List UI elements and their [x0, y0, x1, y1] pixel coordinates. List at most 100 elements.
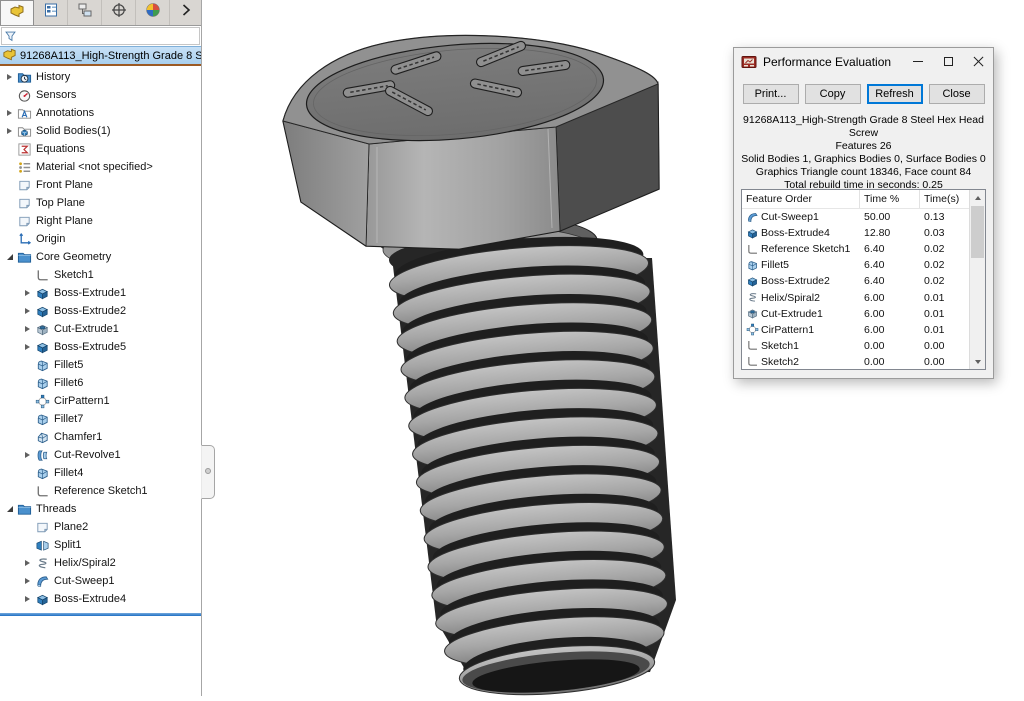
expand-collapsed-arrow[interactable] [20, 596, 35, 602]
time-pct-cell: 12.80 [860, 227, 920, 239]
tree-item-boss-extrude5[interactable]: Boss-Extrude5 [0, 338, 201, 356]
tree-item-top-plane[interactable]: Top Plane [0, 194, 201, 212]
tree-item-cut-extrude1[interactable]: Cut-Extrude1 [0, 320, 201, 338]
table-row-reference-sketch1[interactable]: Reference Sketch16.400.02 [742, 241, 969, 257]
tree-item-sensors[interactable]: Sensors [0, 86, 201, 104]
boss-extrude-icon [746, 275, 759, 288]
dialog-titlebar[interactable]: Performance Evaluation [734, 48, 993, 75]
tree-item-sketch1[interactable]: Sketch1 [0, 266, 201, 284]
tree-item-chamfer1[interactable]: Chamfer1 [0, 428, 201, 446]
scroll-down-arrow[interactable] [970, 354, 985, 369]
tree-item-fillet6[interactable]: Fillet6 [0, 374, 201, 392]
tree-item-cut-revolve1[interactable]: Cut-Revolve1 [0, 446, 201, 464]
tree-item-threads[interactable]: Threads [0, 500, 201, 518]
tree-item-boss-extrude4[interactable]: Boss-Extrude4 [0, 590, 201, 608]
table-row-cut-extrude1[interactable]: Cut-Extrude16.000.01 [742, 306, 969, 322]
expand-collapsed-arrow[interactable] [2, 74, 17, 80]
feature-name: Cut-Sweep1 [761, 211, 819, 223]
tree-item-boss-extrude1[interactable]: Boss-Extrude1 [0, 284, 201, 302]
tree-item-equations[interactable]: Equations [0, 140, 201, 158]
tree-item-label: Front Plane [36, 179, 93, 191]
table-row-fillet5[interactable]: Fillet56.400.02 [742, 257, 969, 273]
tree-item-annotations[interactable]: Annotations [0, 104, 201, 122]
tree-item-origin[interactable]: Origin [0, 230, 201, 248]
expand-tabs-chevron[interactable] [171, 0, 201, 25]
tree-root-part-row[interactable]: 91268A113_High-Strength Grade 8 Steel He… [0, 46, 201, 66]
scroll-thumb[interactable] [971, 206, 984, 258]
expand-collapsed-arrow[interactable] [20, 326, 35, 332]
feature-cell: Reference Sketch1 [742, 243, 860, 256]
tree-item-fillet7[interactable]: Fillet7 [0, 410, 201, 428]
tree-item-front-plane[interactable]: Front Plane [0, 176, 201, 194]
tree-item-solid-bodies-1-[interactable]: Solid Bodies(1) [0, 122, 201, 140]
expand-collapsed-arrow[interactable] [2, 128, 17, 134]
copy-button[interactable]: Copy [805, 84, 861, 104]
time-pct-cell: 6.00 [860, 324, 920, 336]
dimxpert-manager-tab[interactable] [102, 0, 136, 25]
tree-item-helix-spiral2[interactable]: Helix/Spiral2 [0, 554, 201, 572]
rollback-bar[interactable] [0, 613, 201, 616]
table-row-cirpattern1[interactable]: CirPattern16.000.01 [742, 322, 969, 338]
display-manager-tab[interactable] [136, 0, 170, 25]
table-row-sketch1[interactable]: Sketch10.000.00 [742, 338, 969, 354]
time-pct-cell: 6.00 [860, 308, 920, 320]
scroll-up-arrow[interactable] [970, 190, 985, 205]
expand-collapsed-arrow[interactable] [20, 452, 35, 458]
table-row-boss-extrude2[interactable]: Boss-Extrude26.400.02 [742, 273, 969, 289]
table-row-helix-spiral2[interactable]: Helix/Spiral26.000.01 [742, 289, 969, 305]
tree-item-history[interactable]: History [0, 68, 201, 86]
rebuild-summary: 91268A113_High-Strength Grade 8 Steel He… [734, 114, 993, 192]
tree-item-plane2[interactable]: Plane2 [0, 518, 201, 536]
tree-item-cut-sweep1[interactable]: Cut-Sweep1 [0, 572, 201, 590]
feature-cell: Fillet5 [742, 259, 860, 272]
feature-tree-filter[interactable] [1, 27, 200, 45]
column-header-feature-order[interactable]: Feature Order [742, 190, 860, 208]
maximize-button[interactable] [933, 48, 963, 75]
tree-item-core-geometry[interactable]: Core Geometry [0, 248, 201, 266]
tree-item-material-not-specified-[interactable]: Material <not specified> [0, 158, 201, 176]
table-row-sketch2[interactable]: Sketch20.000.00 [742, 354, 969, 370]
properties-icon [43, 2, 59, 23]
minimize-button[interactable] [903, 48, 933, 75]
tree-item-split1[interactable]: Split1 [0, 536, 201, 554]
table-scrollbar[interactable] [969, 190, 985, 369]
fillet-icon [35, 376, 50, 391]
expand-collapsed-arrow[interactable] [20, 578, 35, 584]
boss-extrude-icon [746, 227, 759, 240]
refresh-button[interactable]: Refresh [867, 84, 923, 104]
tree-item-reference-sketch1[interactable]: Reference Sketch1 [0, 482, 201, 500]
expand-collapsed-arrow[interactable] [20, 290, 35, 296]
close-button[interactable]: Close [929, 84, 985, 104]
time-s-cell: 0.00 [920, 356, 968, 368]
tree-item-boss-extrude2[interactable]: Boss-Extrude2 [0, 302, 201, 320]
feature-tree: HistorySensorsAnnotationsSolid Bodies(1)… [0, 68, 201, 608]
property-manager-tab[interactable] [34, 0, 68, 25]
configuration-manager-tab[interactable] [68, 0, 102, 25]
tree-item-label: Split1 [54, 539, 82, 551]
table-body: Cut-Sweep150.000.13Boss-Extrude412.800.0… [742, 209, 969, 370]
expand-collapsed-arrow[interactable] [2, 110, 17, 116]
expand-collapsed-arrow[interactable] [20, 344, 35, 350]
tree-item-fillet5[interactable]: Fillet5 [0, 356, 201, 374]
tree-item-label: Fillet6 [54, 377, 83, 389]
column-header-time-s-[interactable]: Time(s) [920, 190, 968, 208]
expand-collapsed-arrow[interactable] [20, 560, 35, 566]
expand-expanded-arrow[interactable] [2, 506, 17, 512]
featuremanager-design-tree-tab[interactable] [0, 0, 34, 25]
expand-collapsed-arrow[interactable] [20, 308, 35, 314]
tree-item-cirpattern1[interactable]: CirPattern1 [0, 392, 201, 410]
close-button[interactable] [963, 48, 993, 75]
column-header-time-[interactable]: Time % [860, 190, 920, 208]
equations-icon [17, 142, 32, 157]
table-row-cut-sweep1[interactable]: Cut-Sweep150.000.13 [742, 209, 969, 225]
part-name-label: 91268A113_High-Strength Grade 8 Steel He… [20, 50, 201, 62]
table-row-boss-extrude4[interactable]: Boss-Extrude412.800.03 [742, 225, 969, 241]
tree-item-fillet4[interactable]: Fillet4 [0, 464, 201, 482]
tree-item-right-plane[interactable]: Right Plane [0, 212, 201, 230]
time-s-cell: 0.03 [920, 227, 968, 239]
panel-splitter-handle[interactable] [201, 445, 215, 499]
time-pct-cell: 0.00 [860, 356, 920, 368]
sketch-icon [746, 339, 759, 352]
print-button[interactable]: Print... [743, 84, 799, 104]
expand-expanded-arrow[interactable] [2, 254, 17, 260]
